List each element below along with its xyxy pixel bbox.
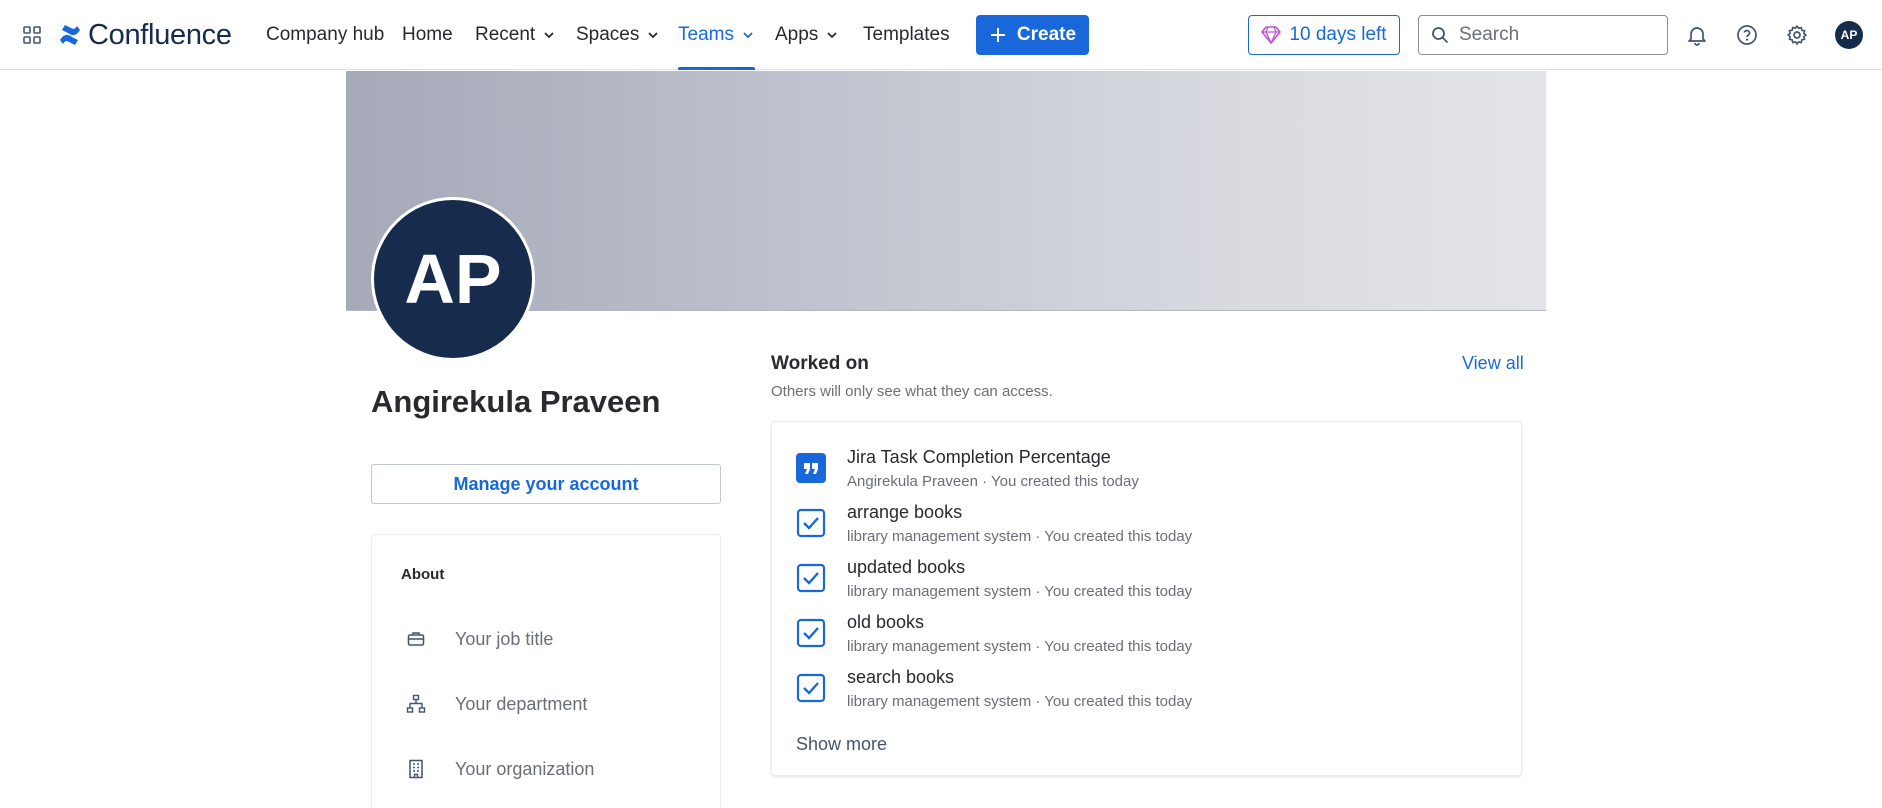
show-more-button[interactable]: Show more [796,734,887,755]
nav-company-hub[interactable]: Company hub [266,0,384,70]
gear-icon [1787,25,1807,45]
nav-home[interactable]: Home [402,0,453,70]
worked-on-title: Worked on [771,353,869,374]
item-meta: library management system · You created … [847,693,1193,710]
job-title-field[interactable]: Your job title [401,624,553,654]
top-navigation: Confluence Company hub Home Recent Space… [0,0,1882,70]
settings-button[interactable] [1784,22,1810,48]
view-all-link[interactable]: View all [1462,353,1524,374]
item-title: search books [847,667,955,687]
diamond-icon [1261,26,1282,44]
worked-on-subtitle: Others will only see what they can acces… [771,383,1053,400]
list-item[interactable]: search books library management system ·… [796,665,1496,715]
chevron-down-icon [648,32,659,39]
item-meta: library management system · You created … [847,528,1193,545]
nav-recent[interactable]: Recent [475,0,556,70]
item-title: arrange books [847,502,963,522]
worked-on-card: Jira Task Completion Percentage Angireku… [771,421,1522,776]
confluence-logo-icon [60,25,80,45]
chevron-down-icon [743,32,753,39]
checkbox-icon [796,618,826,648]
briefcase-icon [406,629,426,649]
help-icon [1737,25,1757,45]
checkbox-icon [796,673,826,703]
user-avatar[interactable]: AP [1835,21,1863,49]
about-card: About Your job title Your department You… [371,534,721,808]
item-title: Jira Task Completion Percentage [847,447,1111,467]
search-input[interactable] [1459,24,1649,46]
chevron-down-icon [544,32,554,39]
item-meta: library management system · You created … [847,638,1193,655]
trial-days-left-button[interactable]: 10 days left [1248,15,1400,55]
search-icon [1432,27,1449,44]
checkbox-icon [796,563,826,593]
item-meta: Angirekula Praveen · You created this to… [847,473,1139,490]
about-title: About [401,566,445,583]
nav-templates[interactable]: Templates [863,0,950,70]
org-chart-icon [406,694,426,714]
list-item[interactable]: updated books library management system … [796,555,1496,605]
search-box[interactable] [1418,15,1668,55]
quote-icon [796,453,826,483]
app-name: Confluence [88,18,232,51]
manage-account-button[interactable]: Manage your account [371,464,721,504]
department-field[interactable]: Your department [401,689,587,719]
checkbox-icon [796,508,826,538]
plus-icon [990,28,1005,42]
chevron-down-icon [827,32,837,39]
nav-spaces[interactable]: Spaces [576,0,660,70]
item-meta: library management system · You created … [847,583,1193,600]
help-button[interactable] [1734,22,1760,48]
department-placeholder: Your department [455,693,588,714]
confluence-logo[interactable]: Confluence [58,18,232,52]
building-icon [406,759,426,779]
list-item[interactable]: Jira Task Completion Percentage Angireku… [796,445,1496,495]
nav-apps[interactable]: Apps [775,0,839,70]
organization-placeholder: Your organization [455,758,595,779]
bell-icon [1688,27,1706,46]
item-title: updated books [847,557,966,577]
profile-avatar[interactable]: AP [371,197,535,361]
list-item[interactable]: old books library management system · Yo… [796,610,1496,660]
nav-teams[interactable]: Teams [678,0,755,70]
app-switcher-icon[interactable] [22,25,42,45]
organization-field[interactable]: Your organization [401,754,594,784]
notifications-button[interactable] [1684,22,1710,48]
item-title: old books [847,612,925,632]
list-item[interactable]: arrange books library management system … [796,500,1496,550]
job-title-placeholder: Your job title [455,628,554,649]
profile-name: Angirekula Praveen [371,384,661,419]
create-button[interactable]: Create [976,15,1089,55]
